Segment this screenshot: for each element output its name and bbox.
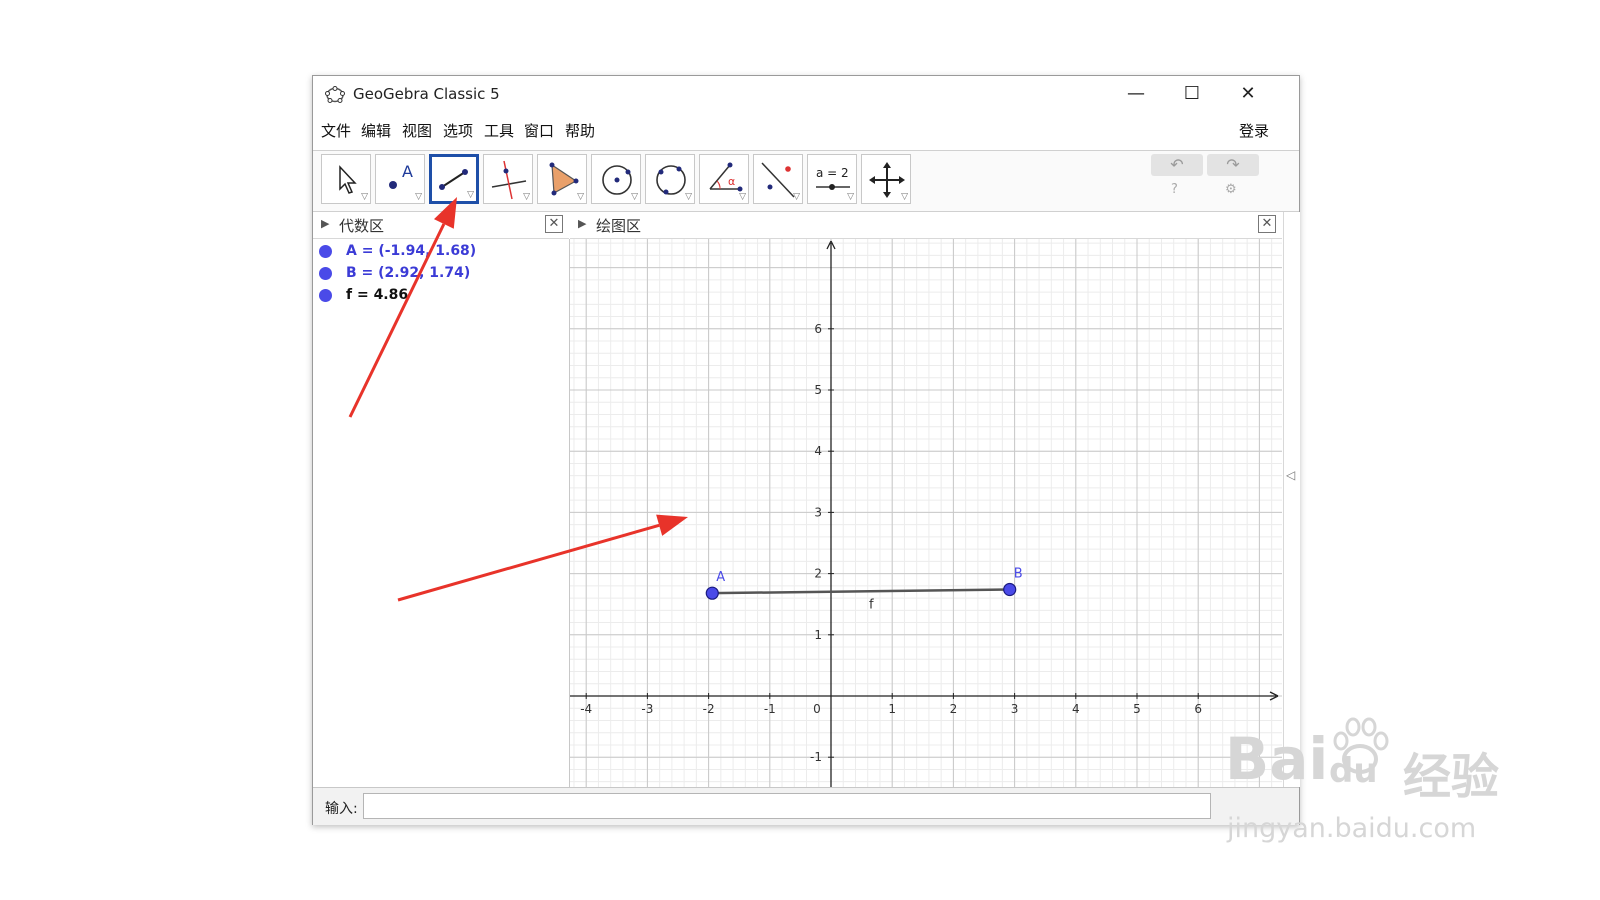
annotation-arrow-segment-tool-shaft [348,223,446,418]
annotation-arrow-segment-tool-head [433,197,457,229]
annotation-arrow-segment-shaft [397,523,660,602]
baidu-watermark: Bai du 经验 jingyan.baidu.com [1225,717,1525,875]
watermark-brand: Bai [1225,725,1329,793]
watermark-url: jingyan.baidu.com [1227,813,1477,844]
watermark-suffix: 经验 [1403,749,1500,805]
annotation-arrow-segment-head [656,514,688,536]
watermark-brand-du: du [1329,751,1378,791]
